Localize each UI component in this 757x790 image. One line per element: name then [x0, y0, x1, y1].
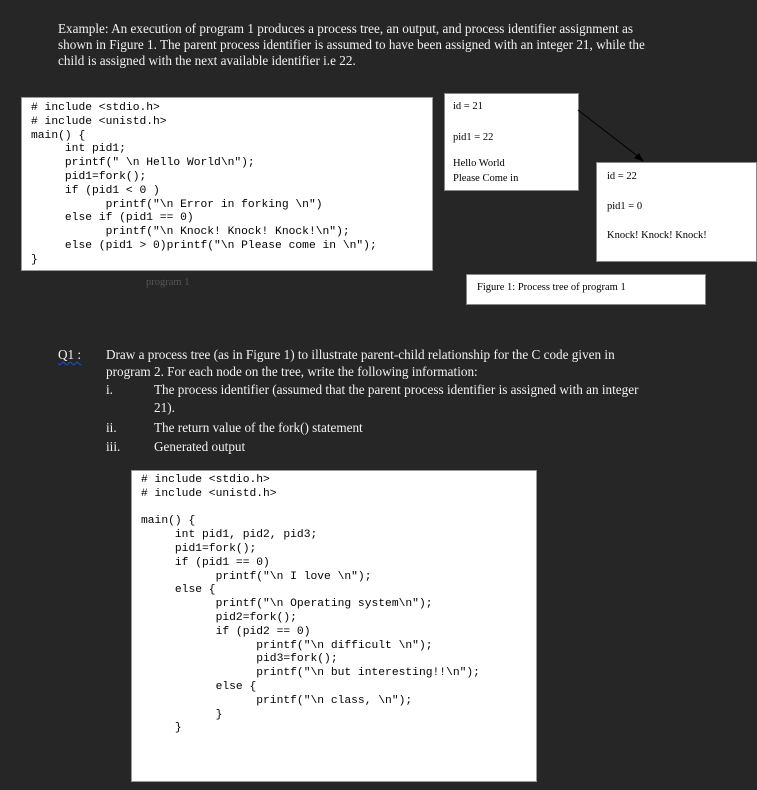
code-line: # include <unistd.h>: [31, 115, 167, 128]
item-num-3: iii.: [106, 439, 121, 454]
code-line: # include <unistd.h>: [141, 487, 277, 500]
parent-output-1: Hello World: [453, 158, 505, 169]
code-line: if (pid1 < 0 ): [31, 184, 160, 197]
program2-code-box: # include <stdio.h> # include <unistd.h> m…: [131, 470, 537, 782]
code-line: if (pid1 == 0): [141, 556, 270, 569]
item-num-2: ii.: [106, 420, 117, 435]
item-text-1b: 21).: [154, 400, 175, 415]
code-line: }: [141, 708, 223, 721]
code-line: }: [141, 722, 182, 735]
parent-id: id = 21: [453, 101, 483, 112]
code-line: printf("\n Error in forking \n"): [31, 198, 323, 211]
code-line: main() {: [31, 129, 86, 142]
parent-output-2: Please Come in: [453, 173, 519, 184]
code-line: if (pid2 == 0): [141, 625, 311, 638]
child-output: Knock! Knock! Knock!: [607, 230, 707, 241]
code-line: pid1=fork();: [141, 543, 257, 555]
intro-line-1: Example: An execution of program 1 produ…: [58, 21, 633, 36]
parent-pid: pid1 = 22: [453, 132, 494, 143]
code-line: printf("\n difficult \n");: [141, 639, 433, 652]
question-text-1: Draw a process tree (as in Figure 1) to …: [106, 347, 615, 362]
code-line: printf(" \n Hello World\n");: [31, 157, 255, 170]
item-text-2: The return value of the fork() statement: [154, 420, 363, 435]
parent-child-arrow: [577, 109, 644, 162]
code-line: pid1=fork();: [31, 171, 147, 183]
code-line: int pid1;: [31, 143, 126, 156]
code-line: int pid1, pid2, pid3;: [141, 529, 318, 542]
question-text-2: program 2. For each node on the tree, wr…: [106, 364, 478, 379]
code-line: printf("\n Knock! Knock! Knock!\n");: [31, 226, 350, 239]
code-line: printf("\n but interesting!!\n");: [141, 667, 480, 680]
parent-process-node: id = 21 pid1 = 22 Hello World Please Com…: [444, 93, 579, 191]
child-process-node: id = 22 pid1 = 0 Knock! Knock! Knock!: [596, 162, 757, 262]
code-line: printf("\n Operating system\n");: [141, 598, 433, 611]
item-text-3: Generated output: [154, 439, 246, 454]
program1-label: program 1: [146, 277, 190, 288]
code-line: main() {: [141, 515, 196, 528]
child-pid: pid1 = 0: [607, 201, 643, 212]
item-text-1a: The process identifier (assumed that the…: [154, 382, 639, 397]
code-line: # include <stdio.h>: [141, 474, 270, 486]
intro-line-3: child is assigned with the next availabl…: [58, 53, 356, 68]
code-line: else if (pid1 == 0): [31, 212, 194, 225]
code-line: printf("\n I love \n");: [141, 570, 372, 583]
question-number: Q1 :: [58, 347, 82, 362]
code-line: # include <stdio.h>: [31, 102, 160, 114]
code-line: printf("\n class, \n");: [141, 694, 413, 707]
item-num-1: i.: [106, 382, 113, 397]
code-line: pid3=fork();: [141, 653, 338, 666]
code-line: }: [31, 253, 38, 266]
child-id: id = 22: [607, 171, 637, 182]
code-line: pid2=fork();: [141, 612, 297, 624]
program1-code-box: # include <stdio.h> # include <unistd.h> m…: [21, 97, 433, 271]
figure1-caption-text: Figure 1: Process tree of program 1: [477, 282, 626, 293]
intro-paragraph: Example: An execution of program 1 produ…: [58, 21, 708, 69]
code-line: else {: [141, 584, 216, 597]
figure1-caption: Figure 1: Process tree of program 1: [466, 274, 706, 305]
intro-line-2: shown in Figure 1. The parent process id…: [58, 37, 645, 52]
code-line: else {: [141, 681, 257, 693]
code-line: else (pid1 > 0)printf("\n Please come in…: [31, 240, 377, 252]
